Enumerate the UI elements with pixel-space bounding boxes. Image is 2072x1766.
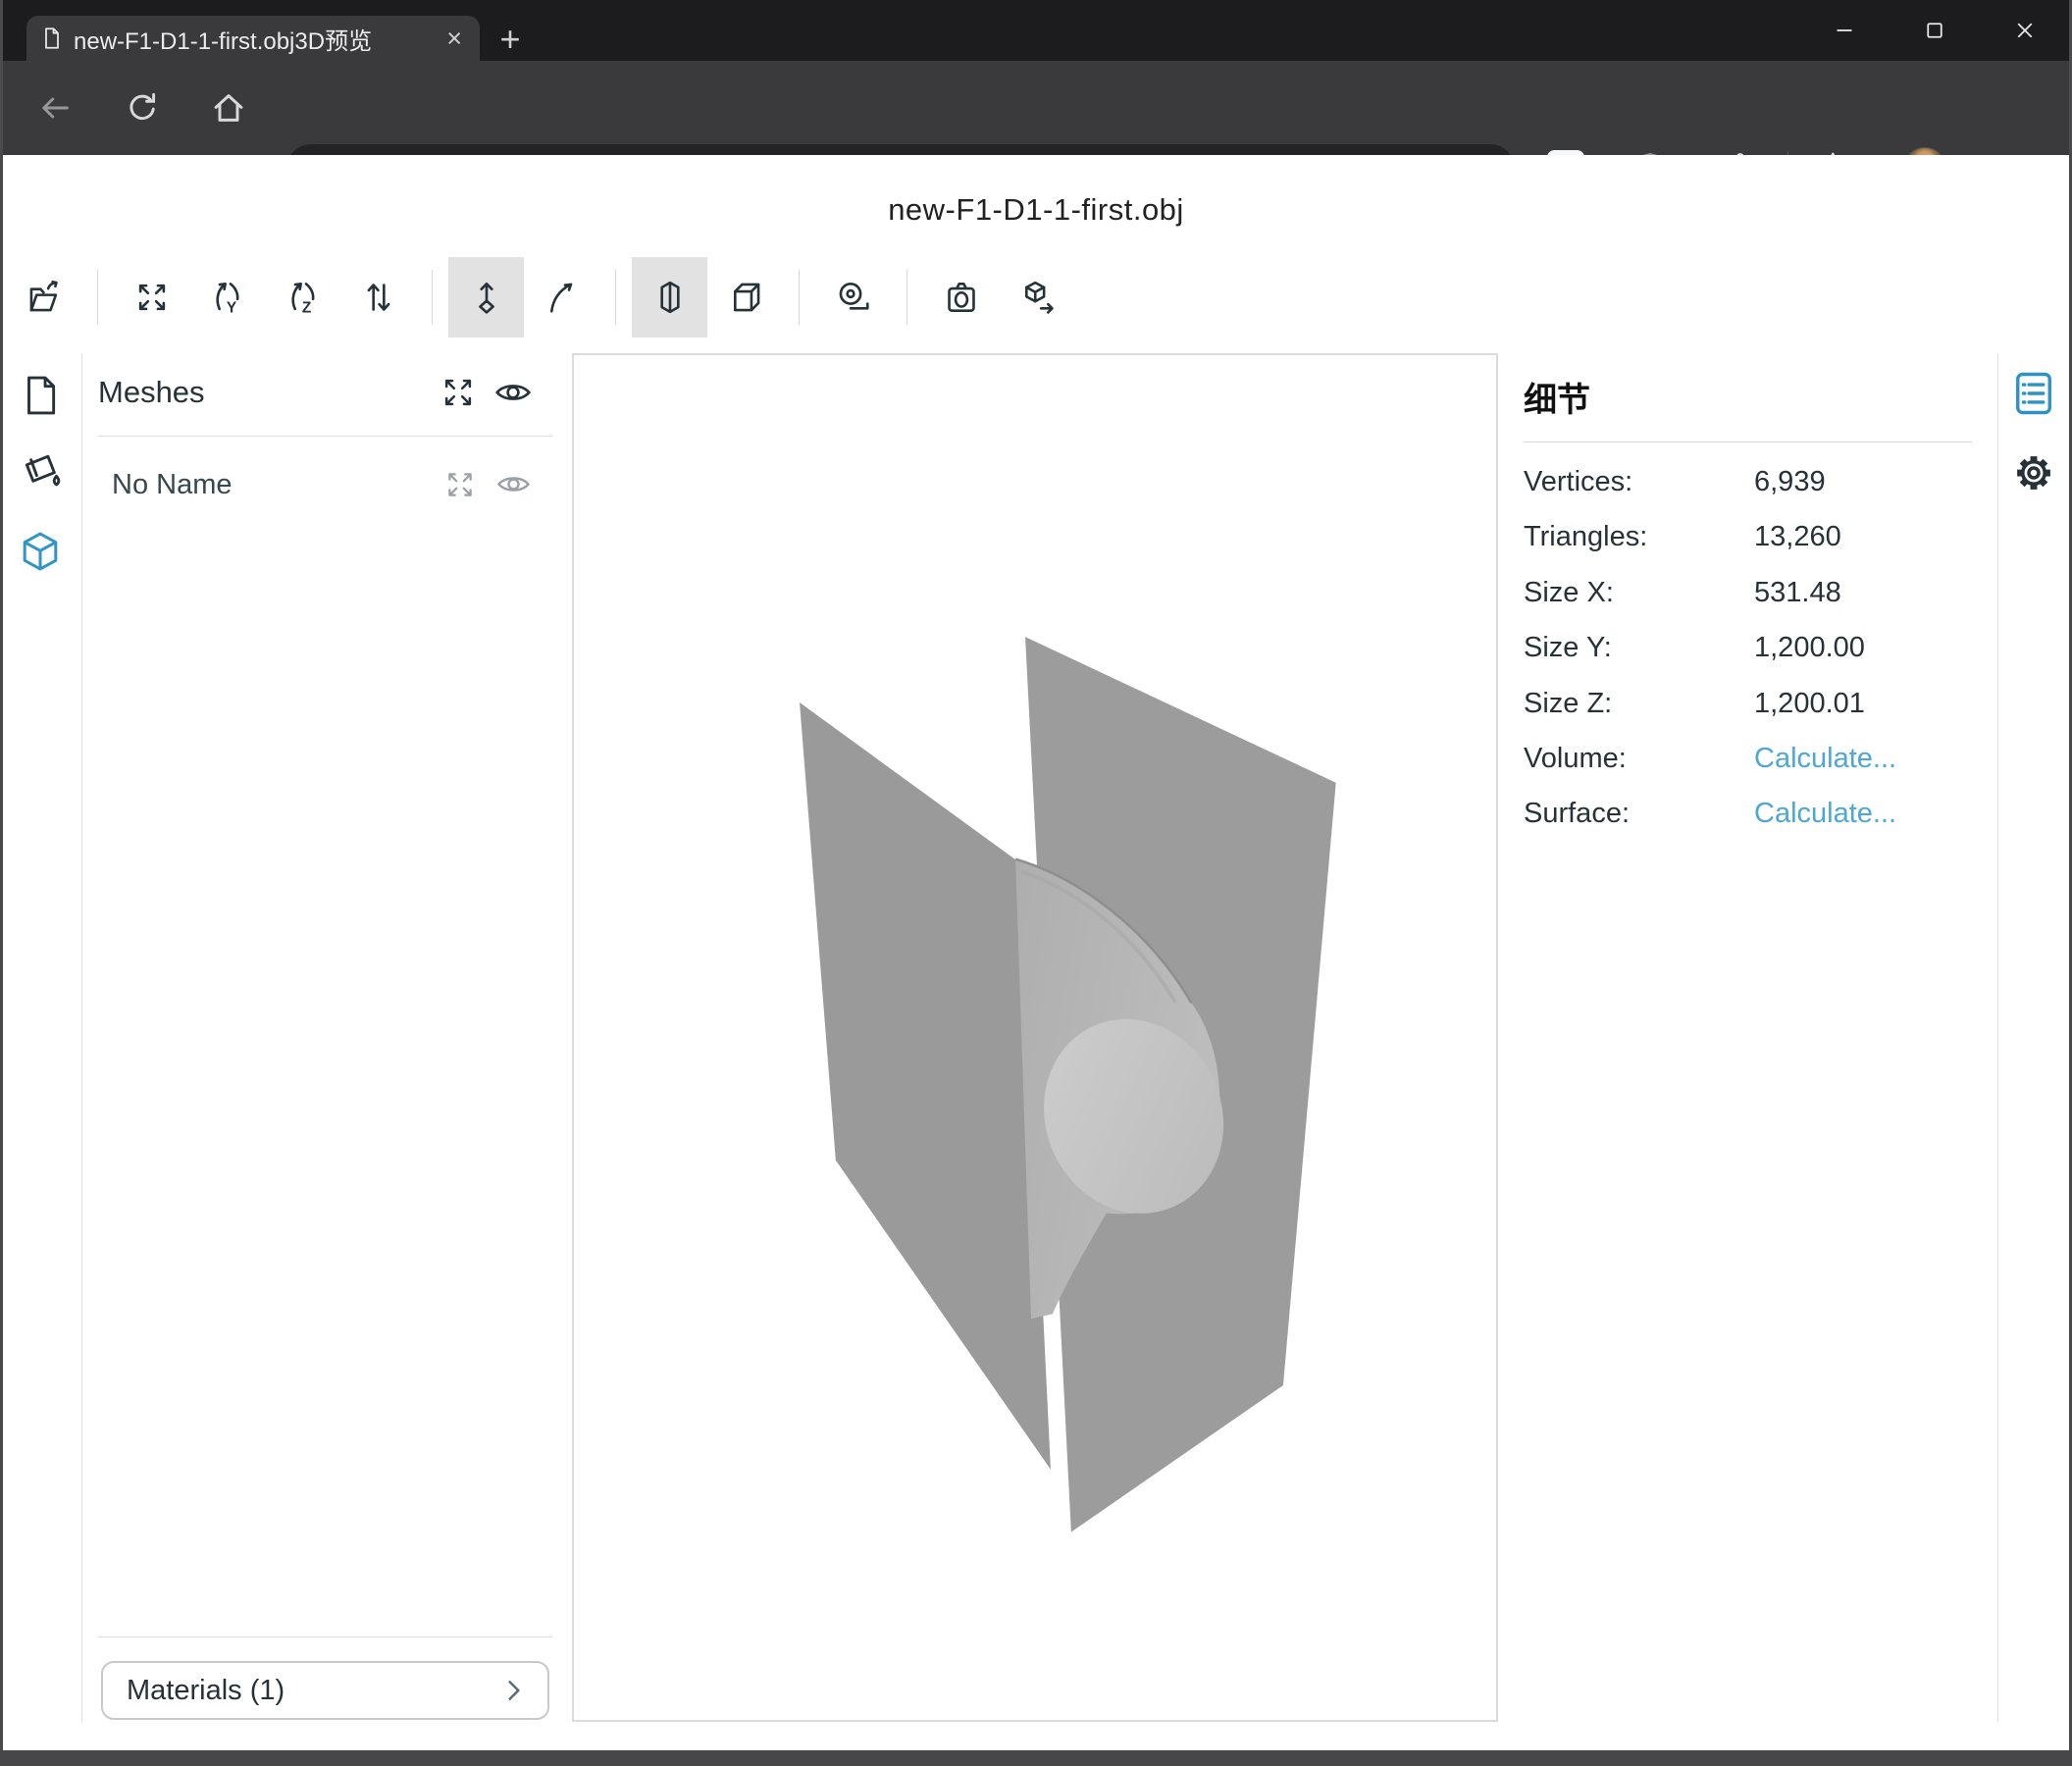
tab-title: new-F1-D1-1-first.obj3D预览 (74, 22, 433, 56)
toolbar-divider (906, 270, 907, 325)
snapshot-icon[interactable] (923, 257, 999, 338)
details-row-volume: Volume: Calculate... (1524, 731, 1972, 786)
fit-mesh-icon[interactable] (440, 464, 481, 505)
viewer-workspace: Meshes No Name (0, 353, 2072, 1722)
back-icon[interactable] (33, 86, 77, 130)
row-value: 531.48 (1754, 577, 1841, 609)
toolbar-divider (799, 270, 800, 325)
settings-gear-icon[interactable] (2008, 447, 2059, 498)
row-value: 1,200.00 (1754, 632, 1865, 664)
calculate-volume-link[interactable]: Calculate... (1754, 743, 1896, 775)
meshes-panel-divider (98, 436, 552, 437)
details-row-size-y: Size Y: 1,200.00 (1524, 620, 1972, 675)
up-vector-icon[interactable] (448, 257, 524, 338)
visibility-eye-icon[interactable] (492, 463, 534, 504)
page-title: new-F1-D1-1-first.obj (0, 192, 2072, 228)
plane-left (800, 702, 1051, 1470)
row-label: Size Z: (1524, 688, 1612, 720)
row-label: Size X: (1524, 577, 1614, 609)
details-row-vertices: Vertices: 6,939 (1524, 454, 1972, 509)
svg-text:Z: Z (301, 299, 310, 316)
right-rail-divider (1997, 353, 1998, 1722)
window-edge-bottom (0, 1750, 2072, 1766)
details-row-surface: Surface: Calculate... (1524, 786, 1972, 841)
toolbar-divider (432, 270, 433, 325)
row-label: Vertices: (1524, 466, 1632, 498)
browser-tab[interactable]: new-F1-D1-1-first.obj3D预览 × (26, 16, 480, 61)
export-icon[interactable] (999, 257, 1074, 338)
row-label: Surface: (1524, 798, 1630, 830)
row-value: 6,939 (1754, 466, 1826, 498)
tab-favicon-icon (40, 26, 64, 50)
toolbar-divider (615, 270, 616, 325)
details-panel: 细节 Vertices: 6,939 Triangles: 13,260 Siz… (1504, 353, 1997, 1722)
svg-text:Y: Y (226, 299, 236, 316)
measure-tape-icon[interactable] (815, 257, 891, 338)
tab-close-icon[interactable]: × (442, 26, 466, 52)
minimize-icon[interactable] (1799, 0, 1890, 61)
shading-box-icon[interactable] (707, 257, 783, 338)
model-3d-render (574, 355, 1496, 1720)
file-icon[interactable] (17, 372, 64, 419)
viewer-toolbar: Y Z (6, 257, 1074, 338)
set-z-up-icon[interactable]: Z (265, 257, 340, 338)
open-model-icon[interactable] (6, 257, 81, 338)
refresh-icon[interactable] (121, 86, 164, 130)
maximize-icon[interactable] (1890, 0, 1980, 61)
window-controls (1799, 0, 2070, 61)
left-rail-divider (81, 353, 82, 1722)
close-icon[interactable] (1980, 0, 2070, 61)
meshes-cube-icon[interactable] (17, 528, 64, 575)
flip-icon[interactable] (340, 257, 416, 338)
materials-button-label: Materials (1) (127, 1675, 504, 1707)
materials-icon[interactable] (17, 448, 64, 495)
browser-navbar: https://file.kkview.cn/onlinePreview?url… (0, 61, 2072, 155)
materials-button[interactable]: Materials (1) (101, 1661, 549, 1720)
chevron-right-icon (504, 1678, 524, 1703)
details-panel-title: 细节 (1524, 373, 1590, 421)
row-label: Volume: (1524, 743, 1627, 775)
model-viewport[interactable] (572, 353, 1498, 1722)
meshes-panel-title: Meshes (98, 375, 205, 410)
measure-curve-icon[interactable] (524, 257, 599, 338)
mesh-list-item[interactable]: No Name (98, 457, 552, 512)
viewer-page: new-F1-D1-1-first.obj Y (0, 155, 2072, 1750)
mesh-name: No Name (112, 469, 233, 501)
fit-meshes-icon[interactable] (438, 372, 479, 413)
details-row-size-x: Size X: 531.48 (1524, 565, 1972, 620)
materials-divider (98, 1636, 552, 1637)
new-tab-button[interactable]: + (491, 20, 530, 59)
details-list-icon[interactable] (2007, 367, 2060, 420)
visibility-eye-icon[interactable] (492, 372, 534, 413)
home-icon[interactable] (207, 86, 250, 130)
row-label: Size Y: (1524, 632, 1612, 664)
fit-to-window-icon[interactable] (114, 257, 189, 338)
set-y-up-icon[interactable]: Y (189, 257, 265, 338)
row-value: 1,200.01 (1754, 688, 1865, 720)
window-edge-left (0, 0, 3, 1766)
calculate-surface-link[interactable]: Calculate... (1754, 798, 1896, 830)
row-label: Triangles: (1524, 521, 1647, 553)
browser-titlebar: new-F1-D1-1-first.obj3D预览 × + (0, 0, 2072, 61)
details-row-size-z: Size Z: 1,200.01 (1524, 676, 1972, 731)
shading-smooth-icon[interactable] (632, 257, 707, 338)
details-row-triangles: Triangles: 13,260 (1524, 509, 1972, 564)
row-value: 13,260 (1754, 521, 1841, 553)
toolbar-divider (97, 270, 98, 325)
